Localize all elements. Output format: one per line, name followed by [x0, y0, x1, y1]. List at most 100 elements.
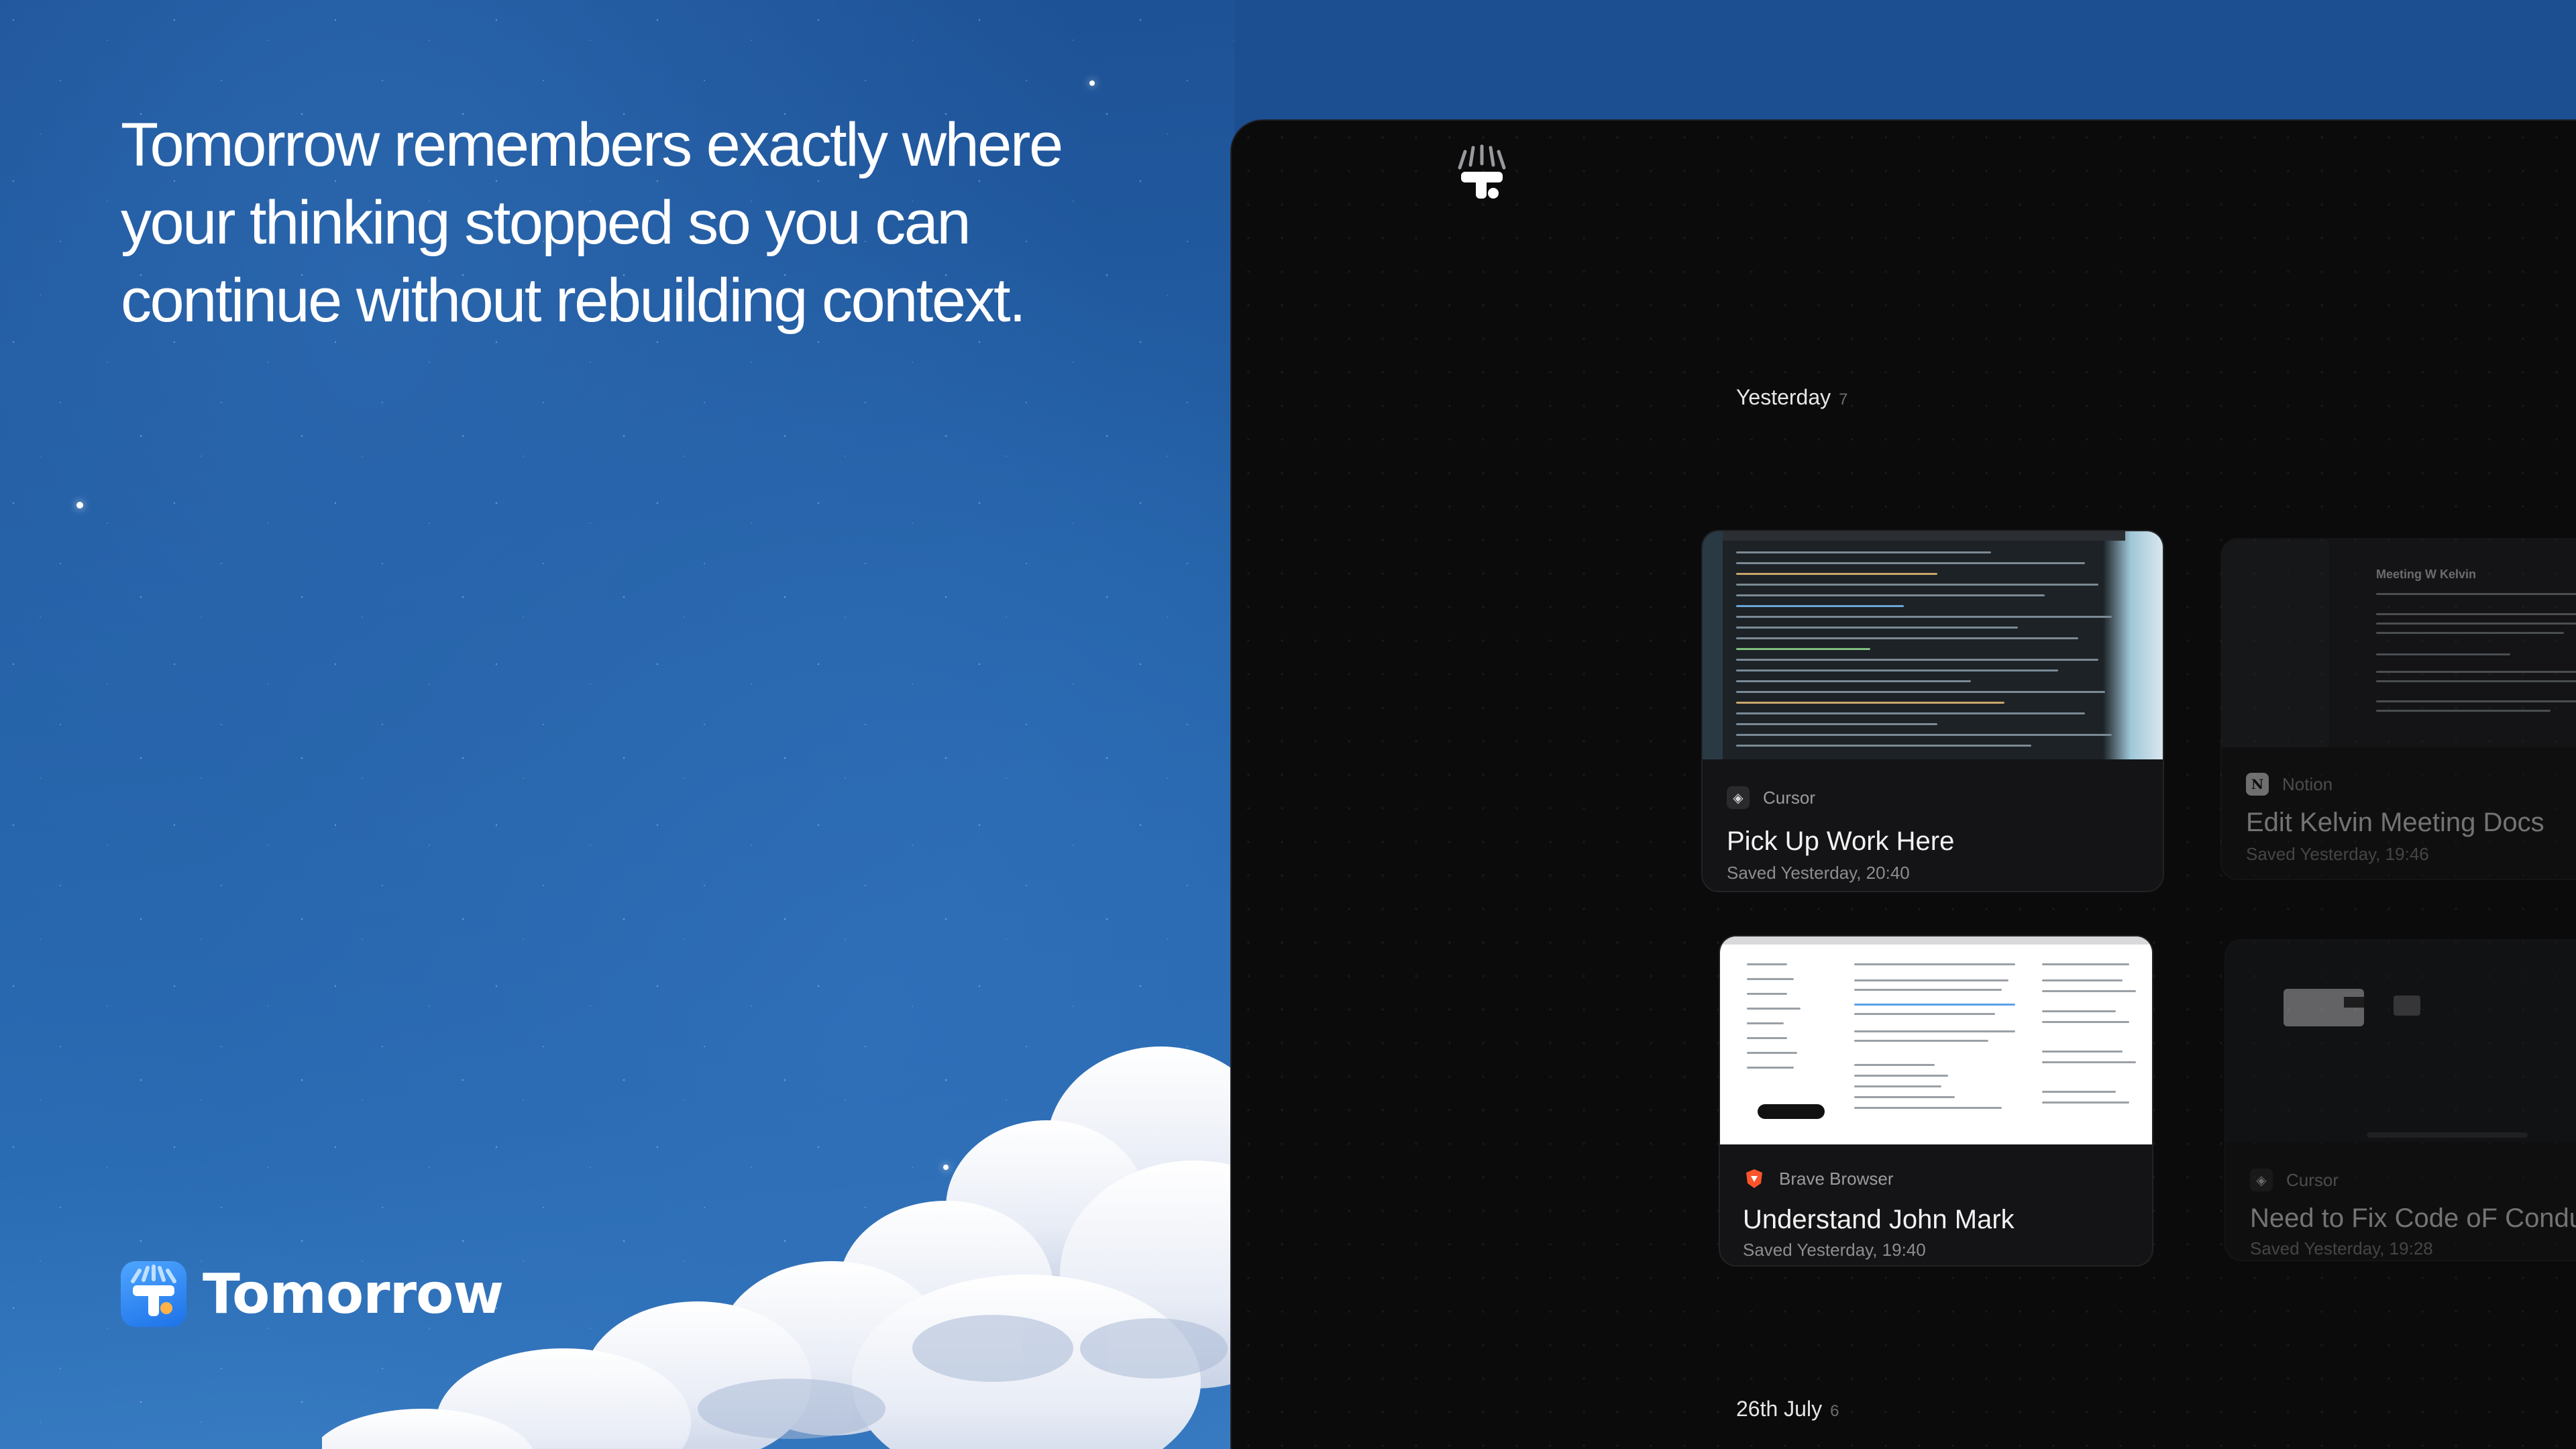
nav-line: [1747, 1067, 1794, 1069]
code-line: [1736, 562, 2085, 564]
browser-tabbar: [1720, 936, 2152, 945]
star: [76, 502, 83, 508]
code-line: [1736, 669, 2058, 672]
thumb-dock: [2367, 1132, 2528, 1138]
cursor-app-icon: ◈: [2250, 1169, 2273, 1191]
editor-sidebar: [1703, 531, 1723, 759]
section-count: 6: [1830, 1402, 1839, 1420]
aside-line: [2042, 1021, 2129, 1023]
card-app-row: Brave Browser: [1743, 1167, 1894, 1190]
card-thumbnail: [2226, 941, 2576, 1142]
nav-line: [1747, 963, 1787, 965]
code-line: [1736, 594, 2045, 596]
session-card[interactable]: Meeting W Kelvin N Notion Edit Kelvin Me…: [2220, 538, 2576, 880]
code-line: [1736, 573, 1937, 575]
headline-line: Tomorrow remembers exactly where: [121, 111, 1063, 179]
clouds-illustration: [322, 1046, 1234, 1449]
nav-line: [1747, 1052, 1797, 1054]
nav-line: [1747, 1008, 1801, 1010]
card-title: Pick Up Work Here: [1727, 826, 1955, 856]
cursor-app-icon: ◈: [1727, 786, 1750, 809]
aside-line: [2042, 1102, 2129, 1104]
post-line: [1854, 1040, 1988, 1042]
post-line: [1854, 1075, 1948, 1077]
thumb-heading: Meeting W Kelvin: [2376, 568, 2477, 581]
headline-line: continue without rebuilding context.: [121, 266, 1026, 335]
session-card[interactable]: ◈ Cursor Pick Up Work Here Saved Yesterd…: [1701, 530, 2164, 892]
card-app-name: Cursor: [1763, 787, 1816, 808]
card-app-row: ◈ Cursor: [2250, 1169, 2339, 1191]
card-thumbnail: Meeting W Kelvin: [2222, 539, 2576, 747]
brand-name: Tomorrow: [203, 1262, 504, 1326]
post-line: [1854, 1096, 1955, 1098]
doc-line: [2376, 653, 2510, 655]
post-button: [1758, 1104, 1825, 1119]
code-line: [1736, 691, 2105, 693]
nav-line: [1747, 1037, 1787, 1039]
aside-line: [2042, 1051, 2123, 1053]
section-count: 7: [1839, 390, 1848, 409]
doc-line: [2376, 671, 2576, 673]
nav-line: [1747, 978, 1794, 980]
doc-line: [2376, 632, 2564, 634]
marketing-headline: Tomorrow remembers exactly where your th…: [121, 106, 1167, 339]
code-line: [1736, 551, 1991, 553]
code-line: [1736, 745, 2031, 747]
app-window: Yesterday 7 ◈ Cursor Pick Up Work Here S…: [1230, 119, 2576, 1449]
aside-line: [2042, 979, 2123, 981]
section-title: Yesterday: [1736, 385, 1831, 409]
card-title: Understand John Mark: [1743, 1205, 2015, 1234]
code-line: [1736, 723, 1937, 725]
post-line: [1854, 963, 2015, 965]
session-card[interactable]: Brave Browser Understand John Mark Saved…: [1719, 935, 2153, 1267]
card-saved-time: Saved Yesterday, 20:40: [1727, 863, 1910, 883]
star: [1089, 80, 1095, 86]
card-app-row: N Notion: [2246, 773, 2332, 796]
nav-line: [1747, 993, 1787, 995]
post-line: [1854, 989, 2002, 991]
post-line: [1854, 979, 2008, 981]
aside-line: [2042, 1061, 2136, 1063]
code-line: [1736, 648, 1870, 650]
card-title: Edit Kelvin Meeting Docs: [2246, 808, 2544, 837]
code-line: [1736, 712, 2085, 714]
section-label-26th-july: 26th July 6: [1736, 1397, 1839, 1421]
card-app-name: Cursor: [2286, 1169, 2339, 1190]
aside-line: [2042, 1010, 2116, 1012]
session-card[interactable]: ◈ Cursor Need to Fix Code oF Conduct Sav…: [2224, 939, 2576, 1261]
post-line: [1854, 1107, 2002, 1109]
doc-line: [2376, 623, 2576, 625]
code-line: [1736, 659, 2098, 661]
card-title: Need to Fix Code oF Conduct: [2250, 1203, 2576, 1233]
card-app-row: ◈ Cursor: [1727, 786, 1815, 809]
code-line: [1736, 702, 2004, 704]
thumb-window: [2394, 996, 2420, 1016]
sky-background: Tomorrow remembers exactly where your th…: [0, 0, 1234, 1449]
brand-lockup: Tomorrow: [121, 1261, 504, 1327]
code-line: [1736, 680, 1971, 682]
aside-line: [2042, 1091, 2116, 1093]
card-saved-time: Saved Yesterday, 19:46: [2246, 844, 2429, 864]
code-line: [1736, 584, 2098, 586]
post-line: [1854, 1064, 1935, 1066]
doc-line: [2376, 700, 2576, 702]
doc-line: [2376, 593, 2576, 595]
post-line: [1854, 1004, 2015, 1006]
post-line: [1854, 1013, 1995, 1015]
code-line: [1736, 605, 1904, 607]
tomorrow-t-logo-icon[interactable]: [1445, 140, 1519, 213]
headline-line: your thinking stopped so you can: [121, 189, 971, 257]
thumb-window: [2284, 989, 2364, 1026]
post-line: [1854, 1085, 1941, 1087]
card-saved-time: Saved Yesterday, 19:40: [1743, 1240, 1926, 1260]
doc-line: [2376, 613, 2576, 615]
card-app-name: Notion: [2282, 773, 2333, 794]
card-thumbnail: [1720, 936, 2152, 1144]
section-title: 26th July: [1736, 1397, 1823, 1421]
aside-line: [2042, 990, 2136, 992]
section-label-yesterday: Yesterday 7: [1736, 385, 1848, 410]
card-thumbnail: [1703, 531, 2163, 759]
code-line: [1736, 734, 2112, 736]
aside-line: [2042, 963, 2129, 965]
card-app-name: Brave Browser: [1779, 1168, 1894, 1189]
